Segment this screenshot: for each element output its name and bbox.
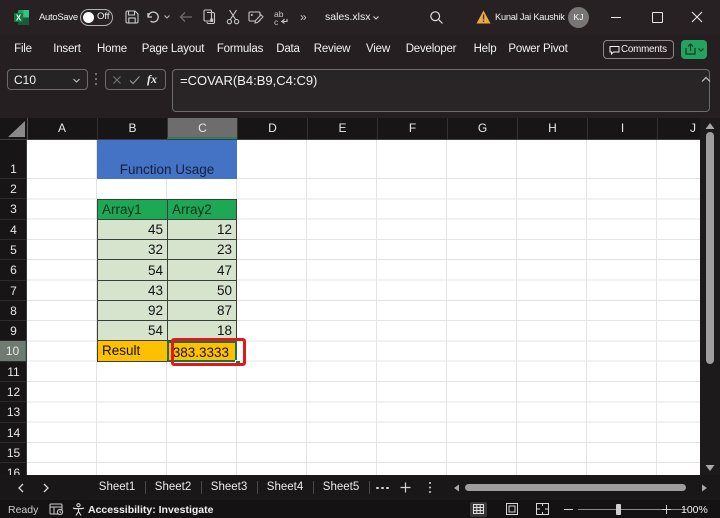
- svg-text:X: X: [16, 14, 22, 23]
